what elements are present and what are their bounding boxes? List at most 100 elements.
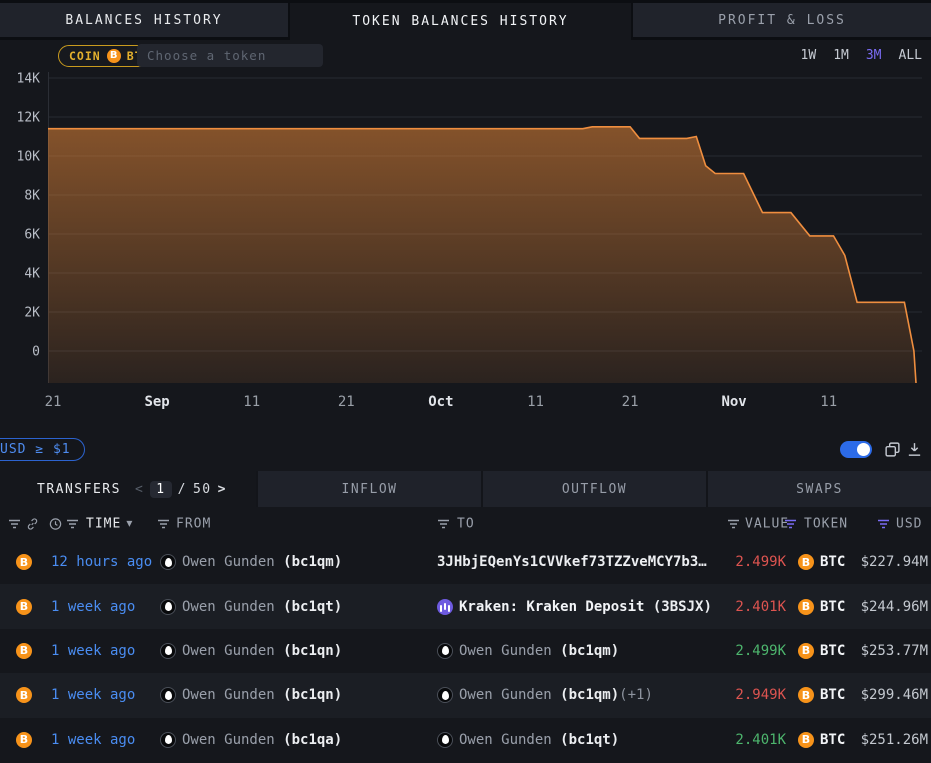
header-value[interactable]: VALUE: [745, 516, 789, 531]
time-filter-icon[interactable]: [66, 519, 79, 529]
token-search-input[interactable]: [137, 44, 323, 67]
to-entity-link[interactable]: Owen Gunden (bc1qt): [437, 732, 619, 748]
transfers-table-body: B12 hours agoOwen Gunden (bc1qm)3JHbjEQe…: [0, 540, 931, 762]
header-usd[interactable]: USD: [896, 516, 922, 531]
to-entity-name: Owen Gunden: [459, 732, 560, 748]
time-link[interactable]: 1 week ago: [51, 732, 135, 748]
entity-avatar: [160, 687, 176, 703]
header-time-label: TIME: [86, 516, 121, 531]
entity-avatar: [160, 554, 176, 570]
btc-icon: B: [16, 554, 32, 570]
usd-toggle[interactable]: [840, 441, 872, 458]
svg-text:12K: 12K: [17, 111, 41, 126]
tab-balances-history[interactable]: BALANCES HISTORY: [0, 3, 288, 37]
table-filter-bar: USD ≥ $1: [0, 436, 931, 464]
row-token-icon: B: [16, 599, 32, 615]
svg-text:2K: 2K: [24, 306, 40, 321]
from-entity-name: Owen Gunden: [182, 687, 283, 703]
time-link[interactable]: 1 week ago: [51, 687, 135, 703]
next-page-icon[interactable]: >: [218, 482, 227, 497]
svg-text:14K: 14K: [17, 72, 41, 87]
clock-icon[interactable]: [49, 517, 62, 530]
token-balances-page: BALANCES HISTORY TOKEN BALANCES HISTORY …: [0, 0, 931, 763]
from-entity-link[interactable]: Owen Gunden (bc1qa): [160, 732, 342, 748]
transfer-row[interactable]: B1 week agoOwen Gunden (bc1qa)Owen Gunde…: [0, 718, 931, 762]
from-entity-link[interactable]: Owen Gunden (bc1qn): [160, 643, 342, 659]
header-token[interactable]: TOKEN: [804, 516, 848, 531]
from-entity-link[interactable]: Owen Gunden (bc1qn): [160, 687, 342, 703]
chevron-down-icon: ▼: [126, 518, 133, 529]
header-from[interactable]: FROM: [176, 516, 211, 531]
row-token-icon: B: [16, 643, 32, 659]
coin-badge-label: COIN: [69, 49, 101, 63]
top-tab-bar: BALANCES HISTORY TOKEN BALANCES HISTORY …: [0, 0, 931, 40]
usd-min-filter-pill[interactable]: USD ≥ $1: [0, 438, 85, 461]
usd-cell: $227.94M: [798, 554, 928, 570]
transfers-table-header: TIME ▼ FROM TO VALUE TOKEN USD: [0, 507, 931, 540]
header-to[interactable]: TO: [457, 516, 475, 531]
to-filter-icon[interactable]: [437, 519, 450, 529]
transfer-row[interactable]: B1 week agoOwen Gunden (bc1qn)Owen Gunde…: [0, 629, 931, 673]
transfer-row[interactable]: B1 week agoOwen Gunden (bc1qn)Owen Gunde…: [0, 673, 931, 717]
to-entity-link[interactable]: Owen Gunden (bc1qm)(+1): [437, 687, 653, 703]
tab-profit-and-loss[interactable]: PROFIT & LOSS: [633, 3, 931, 37]
from-entity-name: Owen Gunden: [182, 554, 283, 570]
tab-outflow[interactable]: OUTFLOW: [481, 471, 706, 507]
transfer-row[interactable]: B12 hours agoOwen Gunden (bc1qm)3JHbjEQe…: [0, 540, 931, 584]
usd-filter-icon[interactable]: [877, 519, 890, 529]
from-entity-address: (bc1qa): [283, 732, 342, 748]
to-entity-name: Owen Gunden: [459, 643, 560, 659]
transfers-tab-label[interactable]: TRANSFERS: [37, 482, 121, 497]
range-all[interactable]: ALL: [899, 48, 922, 63]
link-icon[interactable]: [26, 517, 39, 530]
balance-history-area-chart: 02K4K6K8K10K12K14K21Sep1121Oct1121Nov11: [0, 70, 931, 415]
tab-inflow[interactable]: INFLOW: [256, 471, 481, 507]
svg-text:Nov: Nov: [721, 394, 746, 410]
value-cell: 2.949K: [660, 687, 786, 703]
table-tab-bar: TRANSFERS < 1 / 50 > INFLOW OUTFLOW SWAP…: [0, 471, 931, 507]
btc-icon: B: [107, 49, 121, 63]
from-entity-address: (bc1qn): [283, 643, 342, 659]
time-link[interactable]: 1 week ago: [51, 643, 135, 659]
usd-cell: $251.26M: [798, 732, 928, 748]
from-entity-link[interactable]: Owen Gunden (bc1qm): [160, 554, 342, 570]
total-pages: 50: [193, 482, 212, 497]
from-entity-link[interactable]: Owen Gunden (bc1qt): [160, 599, 342, 615]
range-3m[interactable]: 3M: [866, 48, 882, 63]
range-1m[interactable]: 1M: [833, 48, 849, 63]
time-link[interactable]: 1 week ago: [51, 599, 135, 615]
range-1w[interactable]: 1W: [801, 48, 817, 63]
svg-text:10K: 10K: [17, 150, 41, 165]
value-filter-icon[interactable]: [727, 519, 740, 529]
toggle-knob: [857, 443, 870, 456]
svg-text:6K: 6K: [24, 228, 40, 243]
transfer-row[interactable]: B 1 week ago Owen Gunden (bc1qt) Kraken: Kr…: [0, 584, 931, 628]
from-entity-address: (bc1qm): [283, 554, 342, 570]
from-entity-name: Owen Gunden: [182, 643, 283, 659]
from-entity-address: (bc1qn): [283, 687, 342, 703]
from-filter-icon[interactable]: [157, 519, 170, 529]
header-time[interactable]: TIME ▼: [86, 516, 133, 531]
to-entity-link[interactable]: Owen Gunden (bc1qm): [437, 643, 619, 659]
copy-icon[interactable]: [884, 440, 901, 459]
chart-controls: COIN B BTC 1W 1M 3M ALL: [0, 44, 931, 70]
usd-cell: $299.46M: [798, 687, 928, 703]
current-page: 1: [150, 481, 171, 498]
download-icon[interactable]: [906, 440, 923, 459]
time-link[interactable]: 12 hours ago: [51, 554, 152, 570]
row-token-icon: B: [16, 732, 32, 748]
pagination: < 1 / 50 >: [135, 481, 227, 498]
from-entity-name: Owen Gunden: [182, 599, 283, 615]
page-separator: /: [178, 482, 187, 497]
usd-cell: $244.96M: [798, 599, 928, 615]
tab-token-balances-history[interactable]: TOKEN BALANCES HISTORY: [290, 3, 631, 40]
svg-text:11: 11: [243, 394, 260, 410]
usd-cell: $253.77M: [798, 643, 928, 659]
token-filter-icon[interactable]: [784, 519, 797, 529]
filter-icon[interactable]: [8, 519, 21, 529]
prev-page-icon[interactable]: <: [135, 482, 144, 497]
to-entity-name: Kraken: Kraken Deposit: [459, 599, 653, 615]
tab-swaps[interactable]: SWAPS: [706, 471, 931, 507]
svg-text:Oct: Oct: [428, 394, 453, 410]
entity-avatar: [160, 599, 176, 615]
